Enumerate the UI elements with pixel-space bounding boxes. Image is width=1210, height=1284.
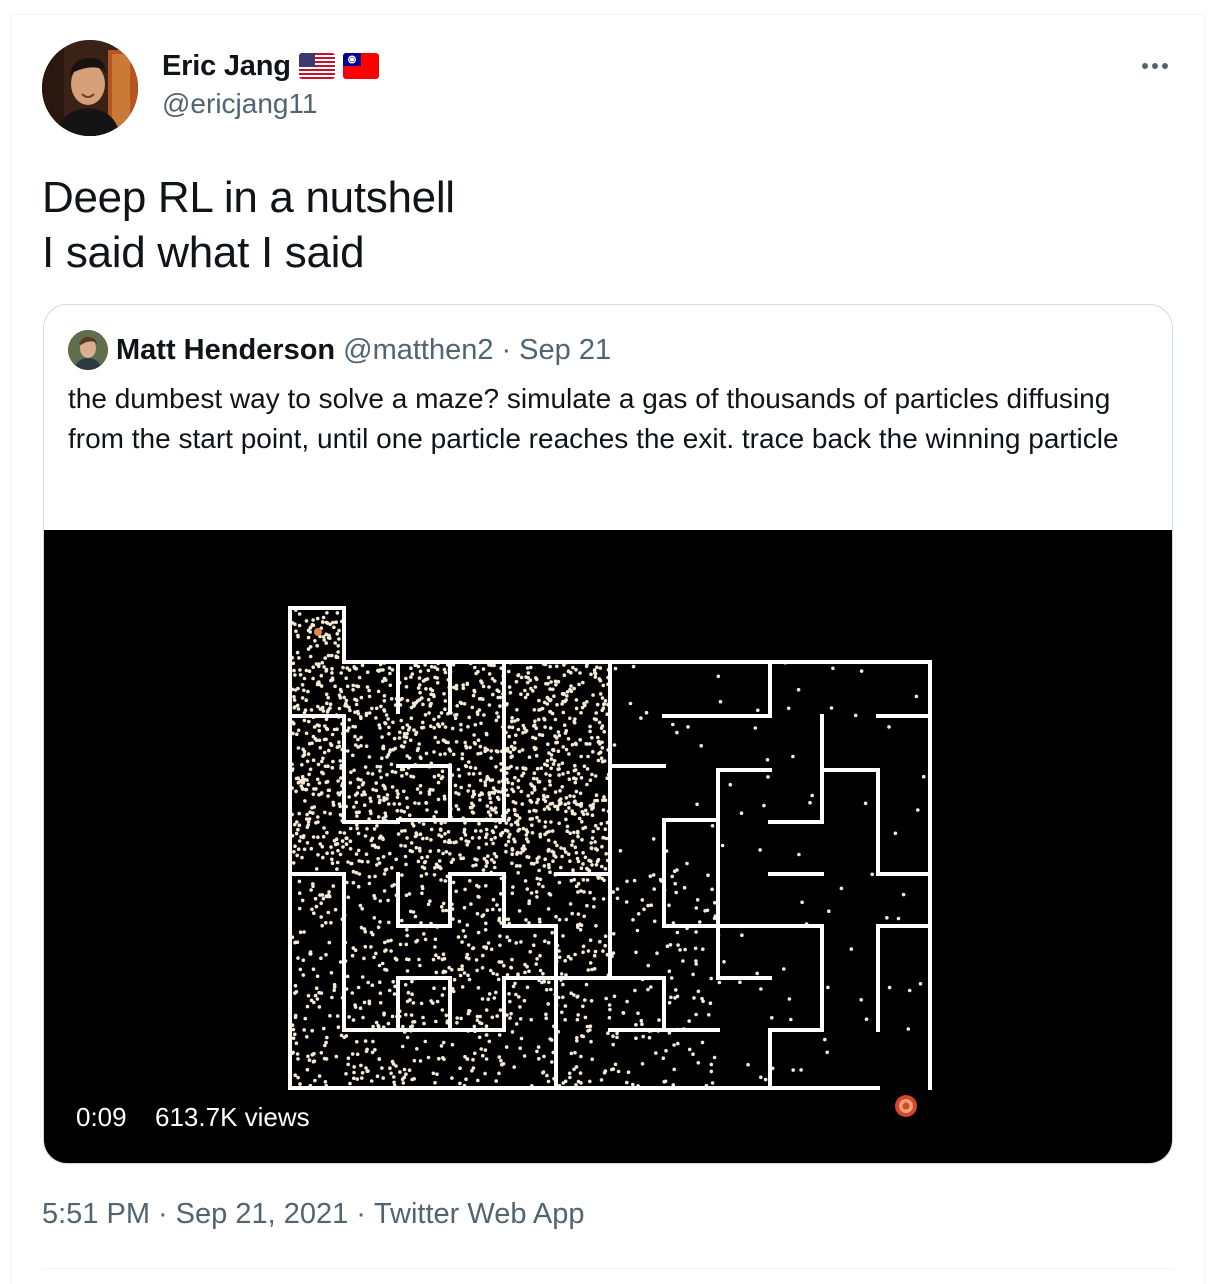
separator-dot: ·	[158, 1198, 168, 1230]
tweet-source-link[interactable]: Twitter Web App	[374, 1198, 585, 1231]
tweet-metadata: 5:51 PM · Sep 21, 2021 · Twitter Web App	[42, 1198, 585, 1231]
taiwan-flag-icon	[342, 53, 379, 79]
maze-video-frame	[288, 606, 932, 1117]
author-handle[interactable]: @ericjang11	[162, 88, 318, 120]
tweet-text-line: I said what I said	[42, 228, 365, 277]
quoted-tweet-header: Matt Henderson @matthen2 · Sep 21	[68, 329, 611, 371]
video-player[interactable]: 0:09 613.7K views	[44, 530, 1172, 1163]
quoted-tweet-date: Sep 21	[519, 333, 612, 366]
quoted-author-name: Matt Henderson	[116, 333, 336, 366]
exit-marker-icon	[895, 1095, 917, 1117]
quoted-author-handle: @matthen2	[343, 333, 494, 366]
video-elapsed-time: 0:09	[76, 1102, 127, 1132]
quoted-author-avatar	[68, 330, 108, 370]
tweet-text: Deep RL in a nutshell I said what I said	[42, 170, 455, 280]
author-avatar[interactable]	[42, 40, 138, 136]
video-view-count: 613.7K views	[155, 1102, 310, 1132]
author-display-name[interactable]: Eric Jang	[162, 50, 291, 83]
quoted-tweet-text: the dumbest way to solve a maze? simulat…	[68, 383, 1119, 454]
tweet-text-line: Deep RL in a nutshell	[42, 173, 455, 222]
separator-dot: ·	[356, 1198, 366, 1230]
more-options-icon[interactable]	[1134, 52, 1176, 80]
author-name-row[interactable]: Eric Jang	[162, 47, 379, 85]
separator-dot: ·	[501, 333, 512, 366]
tweet-date-link[interactable]: Sep 21, 2021	[176, 1198, 349, 1231]
quoted-tweet[interactable]: Matt Henderson @matthen2 · Sep 21 the du…	[43, 304, 1173, 1164]
tweet-timestamp-link[interactable]: 5:51 PM	[42, 1198, 150, 1231]
us-flag-icon	[298, 53, 335, 79]
divider	[42, 1268, 1174, 1269]
